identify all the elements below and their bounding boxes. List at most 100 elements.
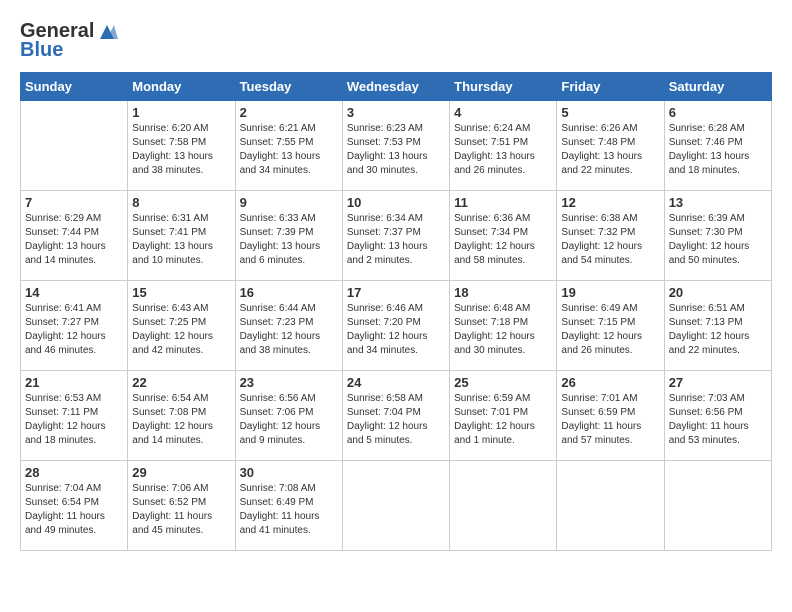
daylight-label: Daylight: 12 hours and 5 minutes. (347, 421, 428, 446)
day-info: Sunrise: 6:26 AM Sunset: 7:48 PM Dayligh… (561, 122, 659, 178)
day-number: 20 (669, 285, 767, 300)
day-number: 18 (454, 285, 552, 300)
sunrise-label: Sunrise: 6:53 AM (25, 393, 101, 404)
daylight-label: Daylight: 11 hours and 49 minutes. (25, 511, 105, 536)
day-number: 21 (25, 375, 123, 390)
day-info: Sunrise: 6:33 AM Sunset: 7:39 PM Dayligh… (240, 212, 338, 268)
calendar-cell (450, 461, 557, 551)
calendar-cell: 8 Sunrise: 6:31 AM Sunset: 7:41 PM Dayli… (128, 191, 235, 281)
calendar-cell: 24 Sunrise: 6:58 AM Sunset: 7:04 PM Dayl… (342, 371, 449, 461)
calendar-cell: 14 Sunrise: 6:41 AM Sunset: 7:27 PM Dayl… (21, 281, 128, 371)
weekday-header: Thursday (450, 73, 557, 101)
calendar-cell: 11 Sunrise: 6:36 AM Sunset: 7:34 PM Dayl… (450, 191, 557, 281)
calendar-cell: 10 Sunrise: 6:34 AM Sunset: 7:37 PM Dayl… (342, 191, 449, 281)
day-info: Sunrise: 6:31 AM Sunset: 7:41 PM Dayligh… (132, 212, 230, 268)
sunrise-label: Sunrise: 7:03 AM (669, 393, 745, 404)
daylight-label: Daylight: 12 hours and 42 minutes. (132, 331, 213, 356)
sunset-label: Sunset: 7:46 PM (669, 137, 743, 148)
sunset-label: Sunset: 7:08 PM (132, 407, 206, 418)
daylight-label: Daylight: 12 hours and 1 minute. (454, 421, 535, 446)
day-number: 9 (240, 195, 338, 210)
day-info: Sunrise: 6:56 AM Sunset: 7:06 PM Dayligh… (240, 392, 338, 448)
sunset-label: Sunset: 7:25 PM (132, 317, 206, 328)
daylight-label: Daylight: 12 hours and 46 minutes. (25, 331, 106, 356)
weekday-header: Sunday (21, 73, 128, 101)
daylight-label: Daylight: 12 hours and 30 minutes. (454, 331, 535, 356)
sunrise-label: Sunrise: 6:31 AM (132, 213, 208, 224)
calendar-cell: 5 Sunrise: 6:26 AM Sunset: 7:48 PM Dayli… (557, 101, 664, 191)
calendar-cell: 26 Sunrise: 7:01 AM Sunset: 6:59 PM Dayl… (557, 371, 664, 461)
calendar-table: SundayMondayTuesdayWednesdayThursdayFrid… (20, 72, 772, 551)
sunrise-label: Sunrise: 6:56 AM (240, 393, 316, 404)
daylight-label: Daylight: 13 hours and 22 minutes. (561, 151, 642, 176)
sunset-label: Sunset: 7:11 PM (25, 407, 98, 418)
day-info: Sunrise: 6:44 AM Sunset: 7:23 PM Dayligh… (240, 302, 338, 358)
sunset-label: Sunset: 7:37 PM (347, 227, 421, 238)
calendar-week-row: 28 Sunrise: 7:04 AM Sunset: 6:54 PM Dayl… (21, 461, 772, 551)
day-number: 15 (132, 285, 230, 300)
calendar-cell: 7 Sunrise: 6:29 AM Sunset: 7:44 PM Dayli… (21, 191, 128, 281)
day-number: 8 (132, 195, 230, 210)
sunset-label: Sunset: 7:34 PM (454, 227, 528, 238)
daylight-label: Daylight: 11 hours and 57 minutes. (561, 421, 641, 446)
day-number: 30 (240, 465, 338, 480)
weekday-header: Wednesday (342, 73, 449, 101)
sunset-label: Sunset: 7:23 PM (240, 317, 314, 328)
day-info: Sunrise: 6:53 AM Sunset: 7:11 PM Dayligh… (25, 392, 123, 448)
sunrise-label: Sunrise: 6:38 AM (561, 213, 637, 224)
sunrise-label: Sunrise: 6:59 AM (454, 393, 530, 404)
calendar-cell: 22 Sunrise: 6:54 AM Sunset: 7:08 PM Dayl… (128, 371, 235, 461)
calendar-cell: 6 Sunrise: 6:28 AM Sunset: 7:46 PM Dayli… (664, 101, 771, 191)
calendar-cell: 4 Sunrise: 6:24 AM Sunset: 7:51 PM Dayli… (450, 101, 557, 191)
day-number: 24 (347, 375, 445, 390)
day-number: 7 (25, 195, 123, 210)
daylight-label: Daylight: 13 hours and 38 minutes. (132, 151, 213, 176)
sunrise-label: Sunrise: 6:44 AM (240, 303, 316, 314)
calendar-cell: 3 Sunrise: 6:23 AM Sunset: 7:53 PM Dayli… (342, 101, 449, 191)
day-number: 3 (347, 105, 445, 120)
daylight-label: Daylight: 12 hours and 58 minutes. (454, 241, 535, 266)
day-info: Sunrise: 6:36 AM Sunset: 7:34 PM Dayligh… (454, 212, 552, 268)
daylight-label: Daylight: 12 hours and 50 minutes. (669, 241, 750, 266)
day-info: Sunrise: 7:04 AM Sunset: 6:54 PM Dayligh… (25, 482, 123, 538)
daylight-label: Daylight: 12 hours and 34 minutes. (347, 331, 428, 356)
calendar-cell (664, 461, 771, 551)
sunrise-label: Sunrise: 6:46 AM (347, 303, 423, 314)
calendar-cell: 15 Sunrise: 6:43 AM Sunset: 7:25 PM Dayl… (128, 281, 235, 371)
sunset-label: Sunset: 7:41 PM (132, 227, 206, 238)
day-info: Sunrise: 6:38 AM Sunset: 7:32 PM Dayligh… (561, 212, 659, 268)
day-info: Sunrise: 7:06 AM Sunset: 6:52 PM Dayligh… (132, 482, 230, 538)
sunset-label: Sunset: 6:54 PM (25, 497, 99, 508)
day-info: Sunrise: 6:41 AM Sunset: 7:27 PM Dayligh… (25, 302, 123, 358)
sunset-label: Sunset: 7:48 PM (561, 137, 635, 148)
day-info: Sunrise: 6:51 AM Sunset: 7:13 PM Dayligh… (669, 302, 767, 358)
calendar-cell: 12 Sunrise: 6:38 AM Sunset: 7:32 PM Dayl… (557, 191, 664, 281)
daylight-label: Daylight: 12 hours and 54 minutes. (561, 241, 642, 266)
day-info: Sunrise: 6:24 AM Sunset: 7:51 PM Dayligh… (454, 122, 552, 178)
sunset-label: Sunset: 7:55 PM (240, 137, 314, 148)
day-info: Sunrise: 6:54 AM Sunset: 7:08 PM Dayligh… (132, 392, 230, 448)
sunset-label: Sunset: 7:04 PM (347, 407, 421, 418)
sunset-label: Sunset: 6:59 PM (561, 407, 635, 418)
calendar-cell: 19 Sunrise: 6:49 AM Sunset: 7:15 PM Dayl… (557, 281, 664, 371)
day-info: Sunrise: 6:59 AM Sunset: 7:01 PM Dayligh… (454, 392, 552, 448)
day-number: 29 (132, 465, 230, 480)
daylight-label: Daylight: 11 hours and 53 minutes. (669, 421, 749, 446)
sunrise-label: Sunrise: 6:54 AM (132, 393, 208, 404)
daylight-label: Daylight: 13 hours and 34 minutes. (240, 151, 321, 176)
sunset-label: Sunset: 7:06 PM (240, 407, 314, 418)
day-number: 6 (669, 105, 767, 120)
sunrise-label: Sunrise: 7:06 AM (132, 483, 208, 494)
calendar-cell: 21 Sunrise: 6:53 AM Sunset: 7:11 PM Dayl… (21, 371, 128, 461)
calendar-week-row: 14 Sunrise: 6:41 AM Sunset: 7:27 PM Dayl… (21, 281, 772, 371)
day-number: 16 (240, 285, 338, 300)
sunset-label: Sunset: 7:53 PM (347, 137, 421, 148)
calendar-cell: 13 Sunrise: 6:39 AM Sunset: 7:30 PM Dayl… (664, 191, 771, 281)
daylight-label: Daylight: 12 hours and 9 minutes. (240, 421, 321, 446)
day-info: Sunrise: 7:08 AM Sunset: 6:49 PM Dayligh… (240, 482, 338, 538)
day-info: Sunrise: 6:23 AM Sunset: 7:53 PM Dayligh… (347, 122, 445, 178)
calendar-cell: 25 Sunrise: 6:59 AM Sunset: 7:01 PM Dayl… (450, 371, 557, 461)
sunset-label: Sunset: 6:56 PM (669, 407, 743, 418)
sunset-label: Sunset: 7:58 PM (132, 137, 206, 148)
sunrise-label: Sunrise: 6:26 AM (561, 123, 637, 134)
